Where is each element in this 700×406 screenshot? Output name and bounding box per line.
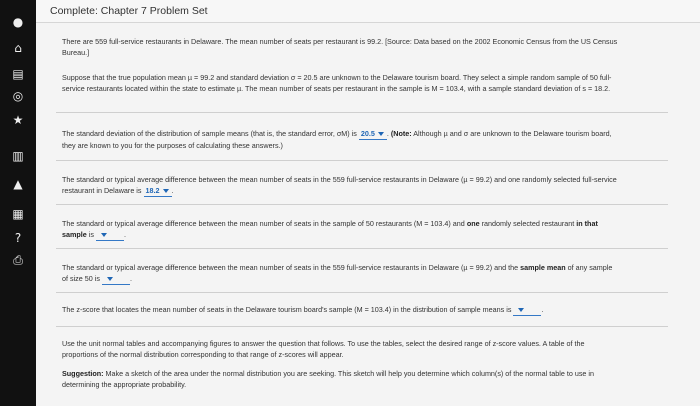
intro-paragraph: There are 559 full-service restaurants i…	[62, 37, 618, 57]
calculator-icon[interactable]: ▦	[10, 206, 26, 222]
suggestion-paragraph: Suggestion: Make a sketch of the area un…	[62, 369, 595, 389]
chevron-down-icon	[518, 308, 525, 313]
help-icon[interactable]: ?	[10, 230, 26, 246]
sample-mean-difference-dropdown[interactable]	[101, 273, 130, 285]
chevron-down-icon	[106, 277, 113, 282]
divider	[56, 204, 668, 205]
divider	[56, 112, 668, 113]
question-z-score: The z-score that locates the mean number…	[62, 304, 544, 316]
graduation-cap-icon[interactable]: ▲	[10, 176, 26, 192]
star-icon[interactable]: ★	[10, 112, 26, 128]
divider	[56, 292, 668, 293]
sample-difference-dropdown[interactable]	[95, 229, 124, 241]
home-icon[interactable]: ⌂	[10, 40, 26, 56]
question-standard-error: The standard deviation of the distributi…	[62, 128, 612, 150]
print-icon[interactable]: ⎙	[10, 252, 26, 268]
title-bar: Complete: Chapter 7 Problem Set	[36, 0, 700, 23]
question-sample-mean-difference: The standard or typical average differen…	[62, 263, 613, 285]
unit-normal-instructions: Use the unit normal tables and accompany…	[62, 339, 585, 359]
question-individual-difference: The standard or typical average differen…	[62, 175, 617, 197]
divider	[56, 326, 668, 327]
sidebar: ● ⌂ ▤ ◎ ★ ▥ ▲ ▦ ? ⎙	[0, 0, 36, 406]
pin-icon[interactable]: ●	[10, 14, 26, 30]
standard-error-dropdown[interactable]: 20.5	[358, 128, 387, 140]
divider	[56, 248, 668, 249]
divider	[56, 160, 668, 161]
main-panel: Complete: Chapter 7 Problem Set There ar…	[36, 0, 700, 406]
chevron-down-icon	[100, 233, 107, 238]
individual-difference-dropdown[interactable]: 18.2	[143, 185, 172, 197]
page-title: Complete: Chapter 7 Problem Set	[50, 5, 208, 17]
question-sample-difference: The standard or typical average differen…	[62, 219, 598, 241]
z-score-dropdown[interactable]	[513, 304, 542, 316]
book-icon[interactable]: ▤	[10, 66, 26, 82]
chevron-down-icon	[162, 189, 169, 194]
scenario-paragraph: Suppose that the true population mean µ …	[62, 73, 612, 93]
notes-icon[interactable]: ▥	[10, 148, 26, 164]
circle-arrow-icon[interactable]: ◎	[10, 88, 26, 104]
chevron-down-icon	[377, 132, 384, 137]
